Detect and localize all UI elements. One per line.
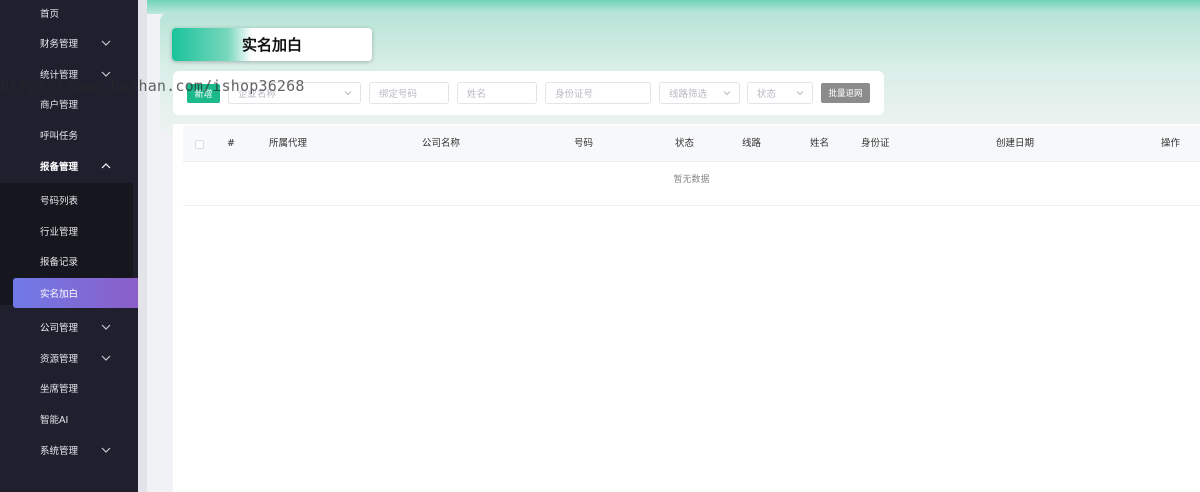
column-index: #	[227, 138, 235, 149]
column-created-date: 创建日期	[996, 138, 1035, 149]
line-select-placeholder: 线路筛选	[669, 89, 708, 100]
sidebar-item-label: 公司管理	[40, 323, 79, 334]
table-empty-row: 暂无数据	[183, 162, 1200, 206]
data-table: # 所属代理 公司名称 号码 状态 线路 姓名 身份证 创建日期 操作 暂无数据	[173, 124, 1200, 492]
id-number-input[interactable]: 身份证号	[545, 82, 651, 104]
sidebar-item-label: 报备管理	[40, 162, 79, 173]
chevron-down-icon	[100, 444, 112, 456]
sidebar-item-filing-records[interactable]: 报备记录	[0, 246, 138, 276]
sidebar-item-ai[interactable]: 智能AI	[0, 404, 138, 434]
name-placeholder: 姓名	[467, 89, 487, 100]
sidebar-item-finance[interactable]: 财务管理	[0, 28, 138, 58]
sidebar-item-label: 财务管理	[40, 39, 79, 50]
line-select[interactable]: 线路筛选	[659, 82, 740, 104]
sidebar-item-label: 首页	[40, 9, 60, 20]
sidebar-item-label: 资源管理	[40, 354, 79, 365]
chevron-down-icon	[343, 88, 353, 98]
page-title-card: 实名加白	[172, 28, 372, 61]
name-input[interactable]: 姓名	[457, 82, 537, 104]
sidebar-item-resources[interactable]: 资源管理	[0, 343, 138, 373]
sidebar-item-call-tasks[interactable]: 呼叫任务	[0, 120, 138, 150]
status-select[interactable]: 状态	[747, 82, 813, 104]
watermark-text: https://www.huzhan.com/ishop36268	[0, 77, 305, 95]
sidebar-item-home[interactable]: 首页	[0, 0, 138, 28]
column-id-card: 身份证	[861, 138, 890, 149]
main-content: 实名加白 新增 企业名称 绑定号码 姓名 身份证号 线路筛选 状态 批量退网 #…	[147, 0, 1200, 492]
sidebar-item-industry[interactable]: 行业管理	[0, 216, 138, 246]
empty-state-text: 暂无数据	[673, 175, 710, 185]
chevron-down-icon	[100, 352, 112, 364]
sidebar-item-label: 行业管理	[40, 227, 79, 238]
sidebar-item-label: 报备记录	[40, 257, 79, 268]
column-number: 号码	[574, 138, 594, 149]
sidebar: 首页 财务管理 统计管理 商户管理 呼叫任务 报备管理 号码列表 行业管理 报备…	[0, 0, 138, 492]
chevron-up-icon	[100, 160, 112, 172]
column-line: 线路	[742, 138, 762, 149]
batch-deregister-button[interactable]: 批量退网	[821, 83, 870, 103]
chevron-down-icon	[100, 37, 112, 49]
sidebar-item-realname-whitelist[interactable]: 实名加白	[13, 278, 138, 308]
sidebar-item-seats[interactable]: 坐席管理	[0, 373, 138, 403]
select-all-checkbox[interactable]	[195, 140, 204, 149]
bound-number-placeholder: 绑定号码	[379, 89, 418, 100]
sidebar-item-label: 商户管理	[40, 100, 79, 111]
bound-number-input[interactable]: 绑定号码	[369, 82, 449, 104]
sidebar-item-label: 呼叫任务	[40, 131, 79, 142]
sidebar-item-label: 号码列表	[40, 196, 79, 207]
sidebar-item-label: 坐席管理	[40, 384, 79, 395]
column-name: 姓名	[810, 138, 830, 149]
sidebar-item-label: 智能AI	[40, 415, 69, 426]
sidebar-item-number-list[interactable]: 号码列表	[0, 185, 138, 215]
top-accent-band	[147, 0, 1200, 14]
sidebar-item-system[interactable]: 系统管理	[0, 435, 138, 465]
sidebar-item-label: 系统管理	[40, 446, 79, 457]
status-select-placeholder: 状态	[757, 89, 777, 100]
table-header: # 所属代理 公司名称 号码 状态 线路 姓名 身份证 创建日期 操作	[183, 126, 1200, 162]
chevron-down-icon	[722, 88, 732, 98]
sidebar-item-label: 实名加白	[40, 289, 79, 300]
column-actions: 操作	[1161, 138, 1181, 149]
column-agent: 所属代理	[269, 138, 308, 149]
sidebar-item-companies[interactable]: 公司管理	[0, 312, 138, 342]
page-title: 实名加白	[242, 36, 303, 54]
chevron-down-icon	[100, 321, 112, 333]
chevron-down-icon	[795, 88, 805, 98]
sidebar-item-filing[interactable]: 报备管理	[0, 151, 138, 181]
id-number-placeholder: 身份证号	[555, 89, 594, 100]
column-company: 公司名称	[422, 138, 461, 149]
sidebar-divider	[138, 0, 147, 492]
column-status: 状态	[675, 138, 695, 149]
